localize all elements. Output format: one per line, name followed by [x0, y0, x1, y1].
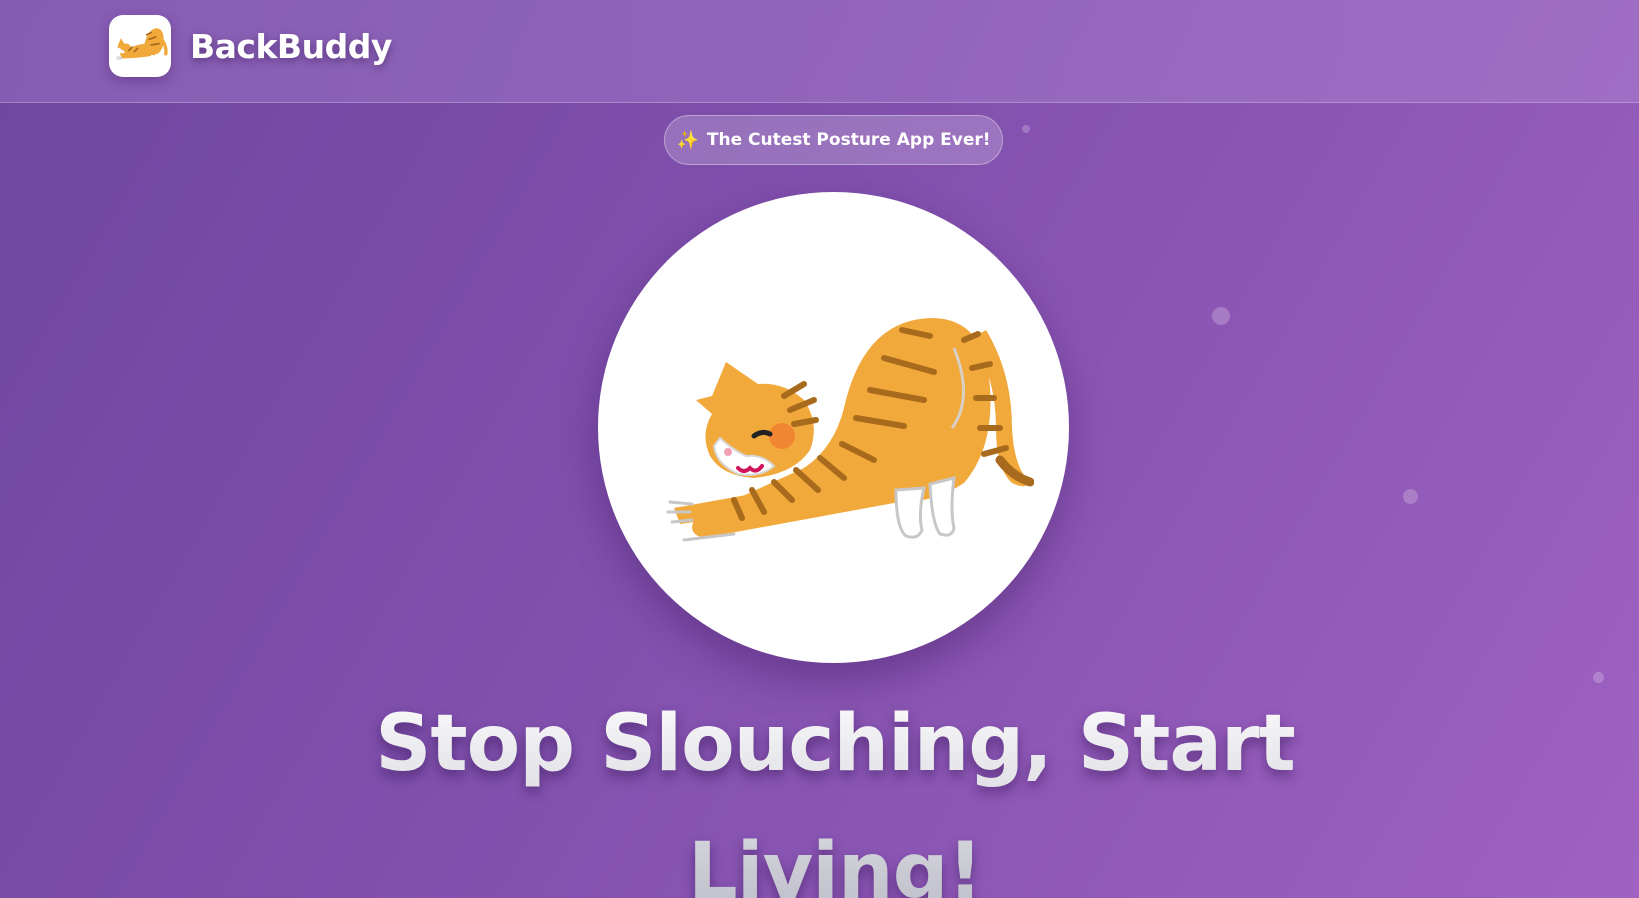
stretching-cat-icon [666, 317, 1034, 541]
decorative-dot [1022, 125, 1030, 133]
hero-illustration-circle [598, 192, 1069, 663]
brand-home-link[interactable]: BackBuddy [109, 15, 392, 77]
badge-text: The Cutest Posture App Ever! [706, 130, 991, 150]
decorative-dot [1212, 307, 1230, 325]
decorative-dot [1593, 672, 1604, 683]
landing-page: BackBuddy ✨ The Cutest Posture App Ever! [0, 0, 1639, 898]
hero-headline: Stop Slouching, Start Living! [320, 680, 1350, 898]
logo [109, 15, 171, 77]
stretching-cat-logo-icon [116, 28, 168, 62]
sparkles-icon: ✨ [676, 129, 699, 151]
site-header: BackBuddy [0, 0, 1639, 103]
tagline-badge: ✨ The Cutest Posture App Ever! [664, 115, 1003, 165]
decorative-dot [1403, 489, 1418, 504]
brand-name: BackBuddy [190, 26, 392, 66]
